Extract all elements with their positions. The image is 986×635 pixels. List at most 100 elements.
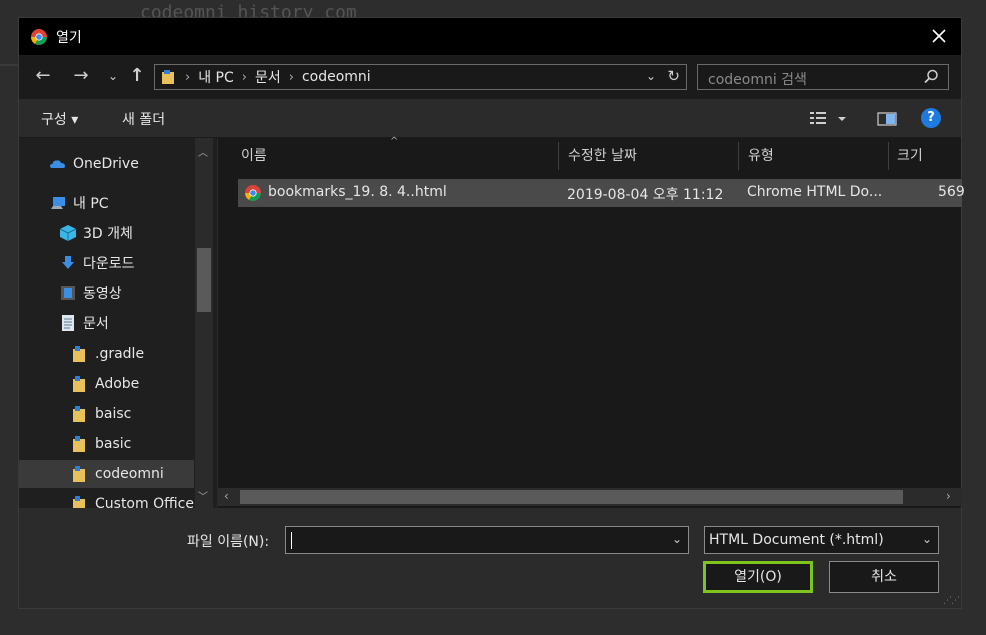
nav-item-label: baisc [95, 406, 132, 422]
file-list-scroll-thumb[interactable] [240, 490, 903, 504]
nav-item-label: 문서 [83, 316, 109, 332]
breadcrumb-separator: › [241, 69, 247, 85]
file-list-horizontal-scrollbar[interactable]: ‹ › [218, 488, 962, 506]
folder-icon [73, 496, 85, 508]
nav-item-downloads[interactable]: 다운로드 [19, 249, 194, 277]
preview-pane-icon[interactable] [877, 109, 897, 129]
help-icon[interactable]: ? [921, 108, 941, 128]
file-size: 569 [938, 184, 965, 200]
dialog-title: 열기 [56, 29, 82, 46]
onedrive-icon [50, 160, 65, 168]
text-caret [291, 532, 292, 549]
file-type: Chrome HTML Do... [747, 184, 883, 200]
chevron-down-icon[interactable]: ⌄ [922, 532, 932, 546]
file-row[interactable]: bookmarks_19. 8. 4..html 2019-08-04 오후 1… [238, 179, 965, 207]
breadcrumb-documents[interactable]: 문서 [255, 67, 281, 87]
view-options-icon[interactable] [808, 109, 848, 129]
nav-item-label: codeomni [95, 466, 164, 482]
nav-item-label: Adobe [95, 376, 140, 392]
filename-input[interactable]: ⌄ [285, 526, 689, 554]
nav-item-adobe[interactable]: Adobe [19, 370, 194, 398]
recent-locations-chevron-icon[interactable]: ⌄ [101, 69, 125, 83]
folder-icon [73, 376, 85, 392]
nav-item-baisc[interactable]: baisc [19, 400, 194, 428]
nav-item-label: 3D 개체 [83, 226, 133, 242]
command-toolbar: 구성 ▾ 새 폴더 ? [19, 99, 961, 138]
dialog-footer: 파일 이름(N): ⌄ HTML Document (*.html) ⌄ 열기(… [19, 508, 961, 608]
address-row: ← → ⌄ ↑ › 내 PC › 문서 › codeomni ⌄ ↻ codeo… [19, 55, 961, 99]
folder-icon [162, 70, 174, 84]
nav-item-custom-office[interactable]: Custom Office [19, 490, 194, 508]
column-header-name[interactable]: 이름 [241, 138, 267, 172]
folder-icon [73, 346, 85, 362]
organize-button[interactable]: 구성 ▾ [41, 109, 78, 129]
folder-icon [73, 406, 85, 422]
nav-item-label: 다운로드 [83, 256, 135, 272]
nav-scroll-thumb[interactable] [197, 248, 211, 312]
filename-label: 파일 이름(N): [187, 534, 270, 550]
pc-icon [51, 197, 65, 209]
nav-item-label: 동영상 [83, 286, 122, 302]
column-header-type[interactable]: 유형 [748, 138, 774, 172]
file-name: bookmarks_19. 8. 4..html [268, 184, 447, 200]
back-arrow-icon[interactable]: ← [31, 65, 55, 86]
file-modified: 2019-08-04 오후 11:12 [567, 187, 724, 203]
download-icon [62, 256, 74, 269]
breadcrumb-separator: › [288, 69, 294, 85]
nav-item-label: Custom Office [95, 496, 194, 508]
folder-icon [73, 436, 85, 452]
refresh-icon[interactable]: ↻ [667, 67, 680, 85]
search-box[interactable]: codeomni 검색 [697, 64, 949, 90]
search-icon [924, 69, 938, 84]
nav-item-onedrive[interactable]: OneDrive [19, 150, 194, 178]
scroll-left-icon[interactable]: ‹ [224, 489, 229, 503]
nav-item-gradle[interactable]: .gradle [19, 340, 194, 368]
nav-item-3d-objects[interactable]: 3D 개체 [19, 219, 194, 247]
document-icon [62, 315, 74, 331]
nav-item-videos[interactable]: 동영상 [19, 279, 194, 307]
nav-item-label: OneDrive [73, 156, 139, 172]
column-header-size[interactable]: 크기 [897, 138, 923, 172]
nav-item-label: 내 PC [73, 196, 109, 212]
resize-grip-icon[interactable]: ⋰⋰ [943, 596, 960, 606]
chevron-down-icon[interactable]: ⌄ [672, 532, 682, 546]
sort-ascending-icon: ^ [390, 136, 399, 147]
3d-objects-icon [59, 225, 77, 241]
address-bar[interactable]: › 내 PC › 문서 › codeomni ⌄ ↻ [154, 64, 687, 90]
address-dropdown-icon[interactable]: ⌄ [646, 69, 656, 83]
nav-item-codeomni[interactable]: codeomni [19, 460, 194, 488]
close-icon[interactable] [929, 26, 949, 46]
scroll-down-icon[interactable]: ﹀ [198, 488, 208, 503]
nav-item-label: basic [95, 436, 132, 452]
video-icon [61, 286, 75, 300]
open-button[interactable]: 열기(O) [703, 561, 813, 593]
chrome-icon [245, 185, 261, 201]
navigation-pane: OneDrive 내 PC 3D 개체 다운로드 동영상 문서 .gradle [19, 138, 217, 508]
background-divider [0, 64, 18, 66]
nav-item-label: .gradle [95, 346, 145, 362]
breadcrumb-separator: › [185, 69, 191, 85]
title-bar: 열기 [19, 18, 961, 55]
up-arrow-icon[interactable]: ↑ [125, 65, 149, 86]
column-divider[interactable] [558, 142, 559, 170]
cancel-button[interactable]: 취소 [829, 561, 939, 593]
filetype-select[interactable]: HTML Document (*.html) ⌄ [704, 526, 939, 554]
new-folder-button[interactable]: 새 폴더 [122, 109, 165, 129]
file-list-pane: ^ 이름 수정한 날짜 유형 크기 bookmarks_19. 8. 4..ht… [217, 136, 965, 508]
nav-scrollbar[interactable]: ︿ ﹀ [195, 138, 213, 508]
open-file-dialog: 열기 ← → ⌄ ↑ › 내 PC › 문서 › codeomni ⌄ ↻ co… [18, 17, 965, 609]
column-header-modified[interactable]: 수정한 날짜 [568, 138, 637, 172]
nav-item-this-pc[interactable]: 내 PC [19, 189, 194, 217]
scroll-right-icon[interactable]: › [946, 489, 951, 503]
scroll-up-icon[interactable]: ︿ [198, 144, 208, 159]
breadcrumb-codeomni[interactable]: codeomni [302, 69, 371, 85]
chrome-icon [31, 28, 47, 45]
nav-item-documents[interactable]: 문서 [19, 309, 194, 337]
forward-arrow-icon[interactable]: → [69, 65, 93, 86]
nav-item-basic[interactable]: basic [19, 430, 194, 458]
column-divider[interactable] [888, 142, 889, 170]
breadcrumb-pc[interactable]: 내 PC [198, 67, 234, 87]
column-divider[interactable] [738, 142, 739, 170]
filetype-value: HTML Document (*.html) [709, 532, 884, 548]
search-placeholder: codeomni 검색 [708, 72, 807, 88]
